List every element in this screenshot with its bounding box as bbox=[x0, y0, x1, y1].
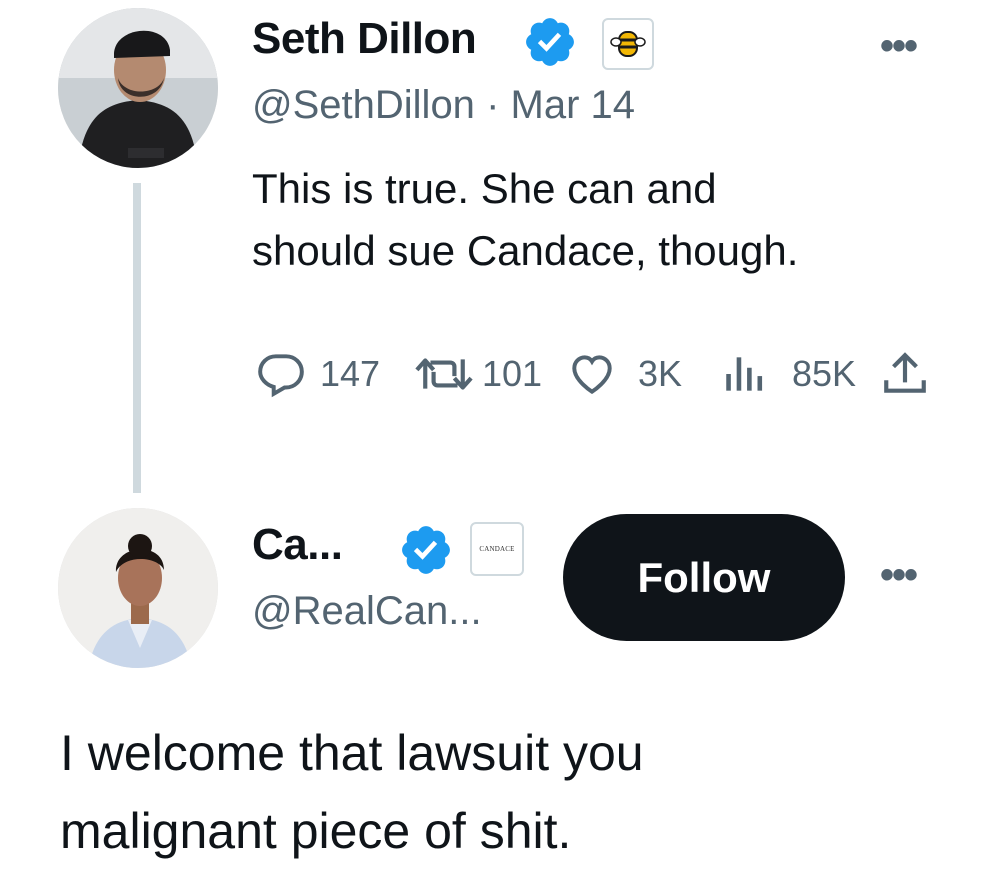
author-name[interactable]: Seth Dillon bbox=[252, 14, 477, 64]
views-count: 85K bbox=[792, 353, 857, 394]
retweet-action[interactable]: 101 bbox=[412, 349, 542, 399]
thread-connector-line bbox=[133, 183, 141, 493]
like-action[interactable]: 3K bbox=[566, 349, 682, 399]
reply-count: 147 bbox=[320, 353, 381, 394]
author-name[interactable]: Ca... bbox=[252, 520, 343, 570]
tweet-date[interactable]: Mar 14 bbox=[511, 83, 636, 127]
author-handle[interactable]: @RealCan... bbox=[252, 588, 482, 634]
heart-icon bbox=[572, 355, 612, 395]
retweet-count: 101 bbox=[482, 353, 543, 394]
tweet-text-line: I welcome that lawsuit you bbox=[60, 725, 644, 781]
views-action[interactable]: 85K bbox=[720, 349, 856, 399]
seth-dillon-avatar[interactable] bbox=[58, 8, 218, 168]
like-count: 3K bbox=[638, 353, 683, 394]
verified-badge-icon bbox=[398, 522, 454, 583]
babylon-bee-affiliate-badge[interactable] bbox=[602, 18, 654, 70]
retweet-icon bbox=[415, 358, 473, 390]
tweet-text-line: This is true. She can and bbox=[252, 165, 717, 212]
bee-logo-icon bbox=[610, 31, 646, 57]
reply-tweet-text: I welcome that lawsuit you malignant pie… bbox=[60, 714, 644, 870]
parent-tweet-text: This is true. She can and should sue Can… bbox=[252, 158, 798, 282]
tweet-text-line: malignant piece of shit. bbox=[60, 803, 572, 859]
candace-avatar[interactable] bbox=[58, 508, 218, 668]
affiliate-badge-text: CANDACE bbox=[479, 545, 515, 553]
follow-button[interactable]: Follow bbox=[563, 514, 845, 641]
handle-and-date: @SethDillon · Mar 14 bbox=[252, 82, 635, 128]
reply-action[interactable]: 147 bbox=[256, 349, 380, 399]
separator-dot: · bbox=[486, 83, 500, 127]
reply-icon bbox=[258, 354, 304, 398]
views-icon bbox=[726, 357, 763, 391]
tweet-text-line: should sue Candace, though. bbox=[252, 227, 799, 274]
candace-affiliate-badge[interactable]: CANDACE bbox=[470, 522, 524, 576]
more-options-icon[interactable]: ••• bbox=[880, 555, 918, 595]
verified-badge-icon bbox=[522, 14, 578, 75]
share-icon[interactable] bbox=[880, 349, 930, 404]
more-options-icon[interactable]: ••• bbox=[880, 26, 918, 66]
author-handle[interactable]: @SethDillon bbox=[252, 83, 475, 127]
